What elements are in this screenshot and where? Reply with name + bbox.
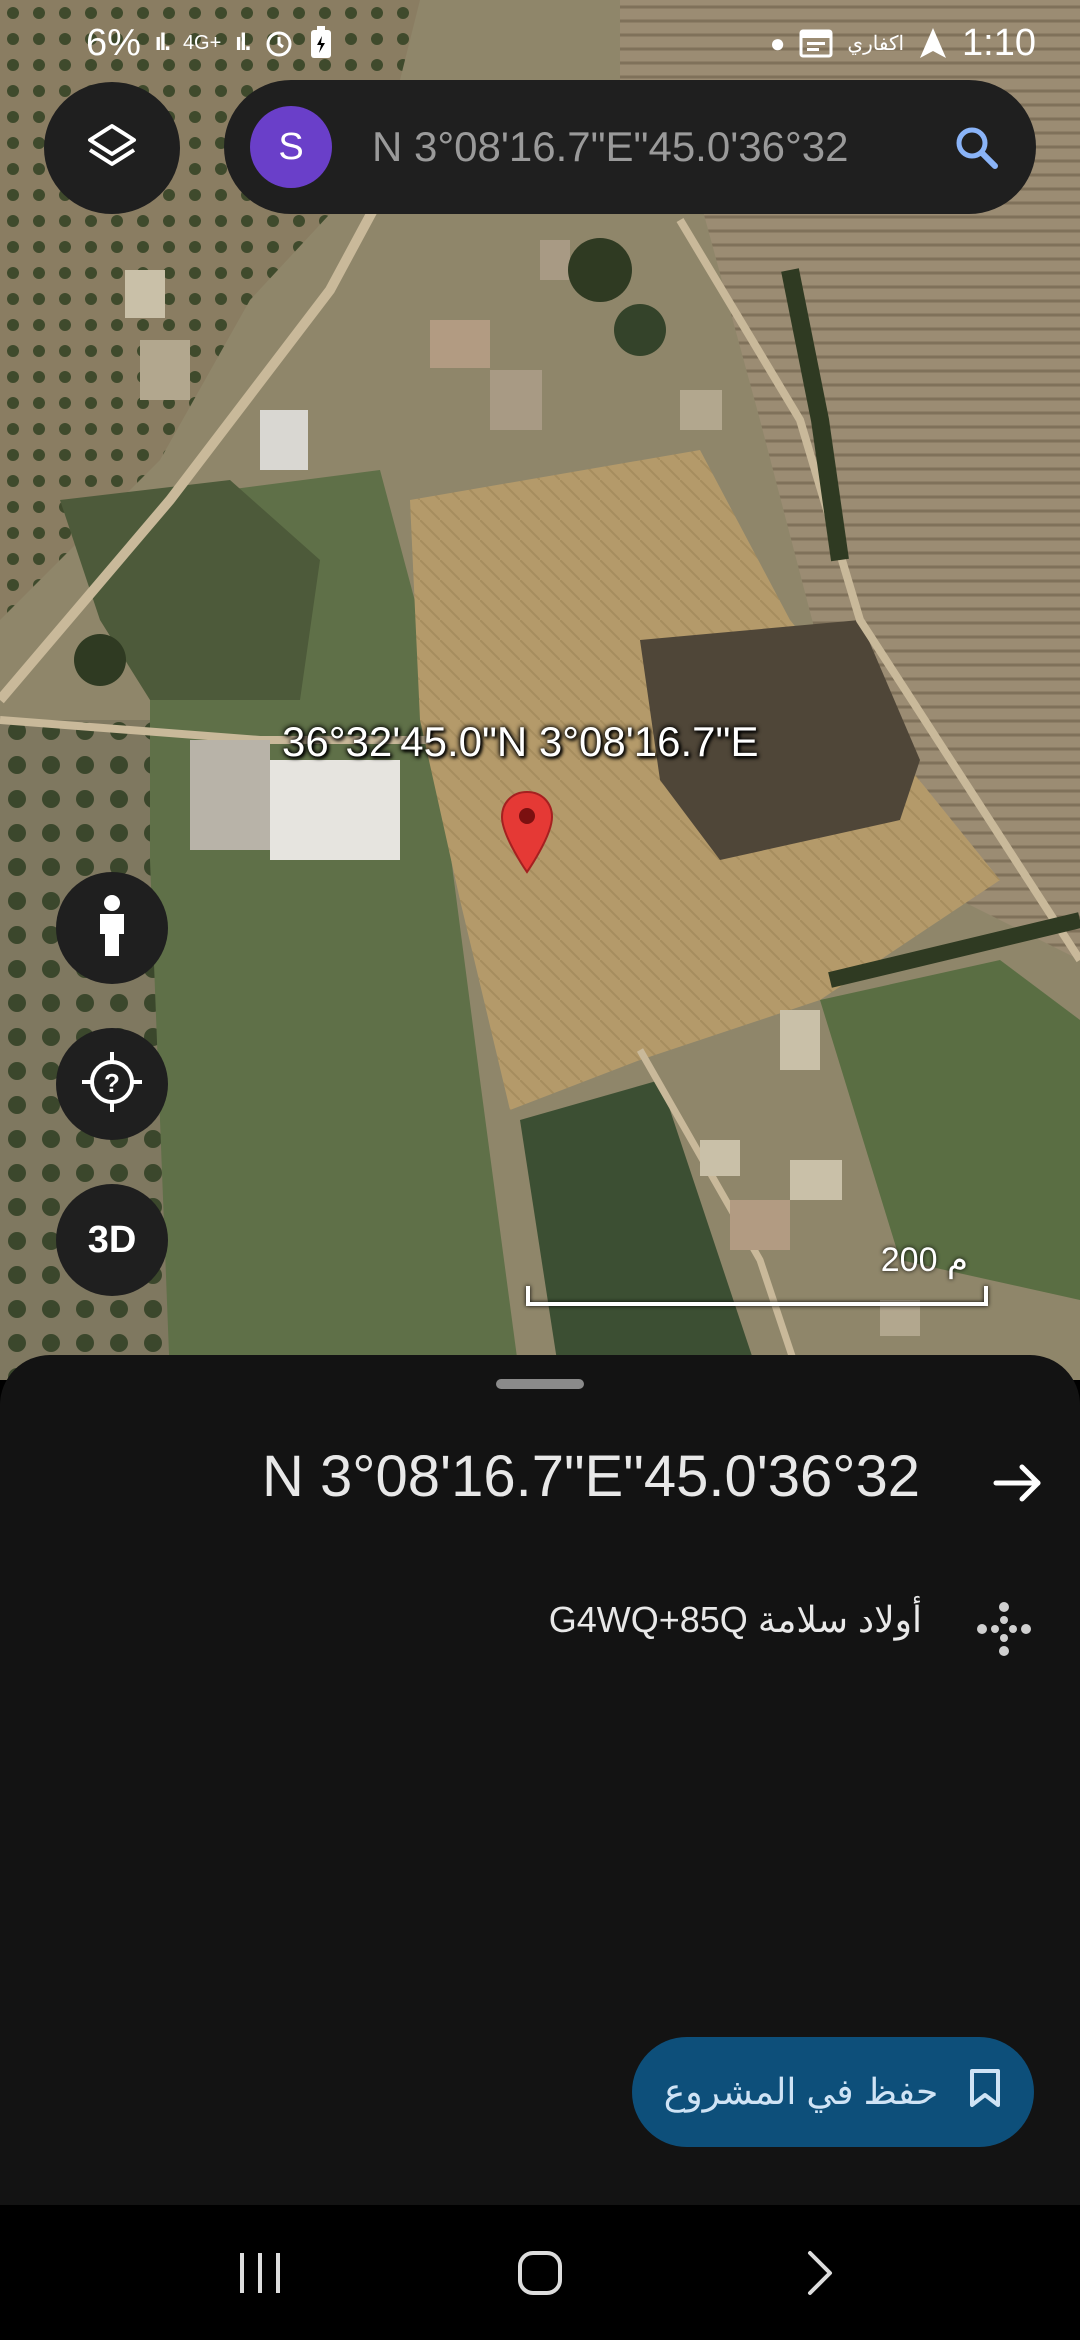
status-bar: 6% ıl. 4G+ ıl. ● اكفاري 1:10 [0,0,1080,86]
battery-percent: 6% [86,21,141,64]
scale-label: 200 م [880,1241,968,1279]
dot-icon: ● [769,27,786,58]
pegman-icon [92,894,132,963]
save-button-label: حفظ في المشروع [663,2071,939,2112]
layers-icon [84,118,140,179]
system-nav-bar [0,2205,1080,2340]
bookmark-icon [968,2067,1002,2118]
status-right: ● اكفاري 1:10 [770,22,1036,65]
three-d-button[interactable]: 3D [56,1184,168,1296]
home-icon [518,2250,562,2295]
recents-button[interactable] [210,2223,310,2323]
plus-code-icon [972,1597,1036,1661]
calendar-icon [799,28,833,58]
marker-coordinate-label: 36°32'45.0"N 3°08'16.7"E [282,718,759,765]
location-pin-icon[interactable] [500,790,554,879]
place-bottom-sheet: N 3°08'16.7"E"45.0'36°32 G4WQ+85Q أولاد … [0,1355,1080,2205]
my-location-button[interactable]: ? [56,1028,168,1140]
signal-bars-icon: ıl. [235,29,251,56]
recents-icon [240,2252,280,2293]
location-help-icon: ? [80,1050,144,1119]
chevron-right-icon [808,2250,832,2295]
network-type: 4G+ [182,31,222,54]
map-scale: 200 م [526,1240,988,1306]
search-icon[interactable] [938,109,1014,185]
scale-bar [526,1286,988,1306]
plus-code: G4WQ+85Q أولاد سلامة [548,1599,922,1640]
save-to-project-button[interactable]: حفظ في المشروع [632,2037,1034,2147]
svg-text:?: ? [104,1068,120,1098]
battery-saver-icon [309,26,333,60]
place-title: N 3°08'16.7"E"45.0'36°32 [262,1444,920,1509]
arrow-right-icon[interactable] [986,1451,1050,1515]
street-view-button[interactable] [56,872,168,984]
back-button[interactable] [770,2223,870,2323]
signal-bars-icon: ıl. [154,29,171,56]
alarm-icon [263,27,295,59]
search-query[interactable]: N 3°08'16.7"E"45.0'36°32 [332,123,938,171]
drag-handle[interactable] [496,1379,584,1389]
navigation-icon [918,26,948,60]
layers-button[interactable] [44,82,180,214]
account-avatar[interactable]: S [250,106,332,188]
carrier-label: اكفاري [847,32,905,55]
home-button[interactable] [490,2223,590,2323]
plus-code-row[interactable]: G4WQ+85Q أولاد سلامة [0,1587,1080,1667]
clock: 1:10 [962,21,1036,64]
status-left: 6% ıl. 4G+ ıl. [86,22,333,65]
search-bar[interactable]: S N 3°08'16.7"E"45.0'36°32 [224,80,1036,214]
